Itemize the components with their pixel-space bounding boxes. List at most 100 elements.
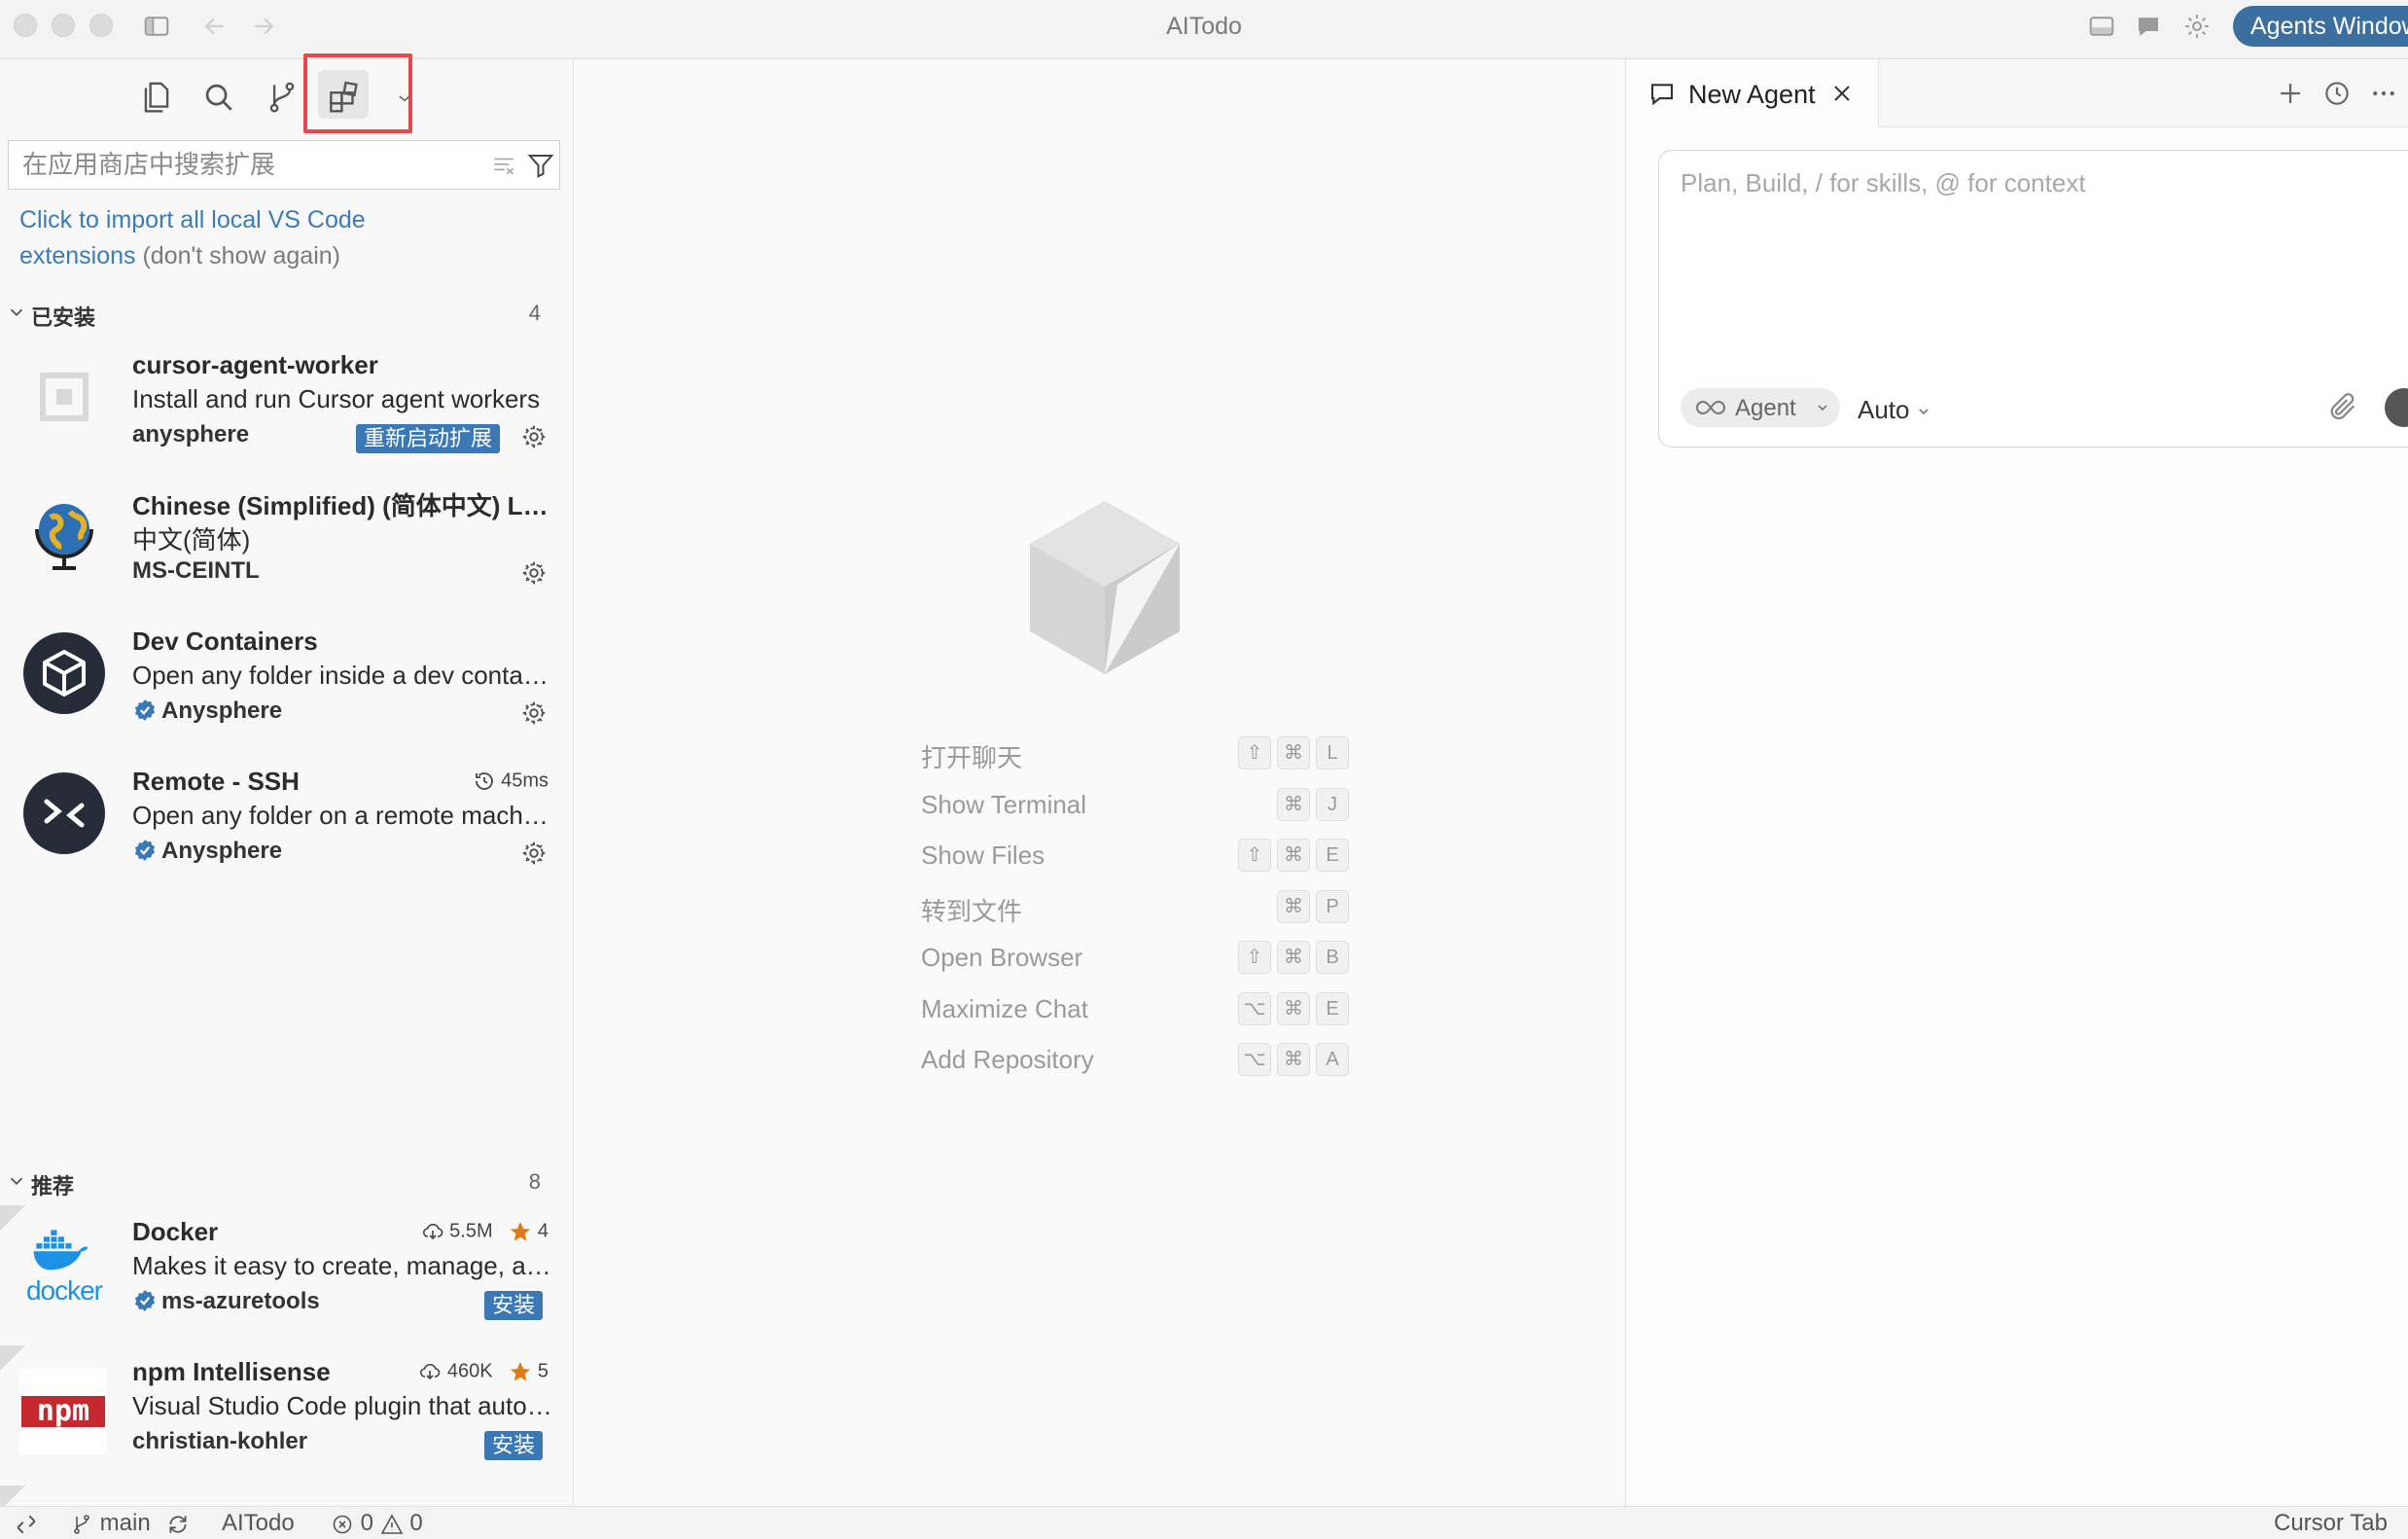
keycap: ⌥: [1238, 1043, 1271, 1076]
extension-item-docker[interactable]: docker Docker 5.5M 4 Makes it easy to cr…: [0, 1205, 574, 1342]
cursor-agent-worker-placeholder-icon: [21, 354, 107, 440]
docker-logo-text: docker: [25, 1275, 103, 1306]
remote-ssh-icon: [21, 770, 107, 856]
paperclip-attach-icon[interactable]: [2326, 390, 2359, 423]
shortcut-label: 打开聊天: [921, 743, 1023, 772]
verified-badge-icon: [134, 699, 156, 721]
more-views-chevron-icon[interactable]: [395, 79, 414, 116]
history-clock-icon[interactable]: [2322, 79, 2352, 108]
extensions-sidebar: Click to import all local VS Code extens…: [0, 54, 574, 1511]
project-name[interactable]: AITodo: [222, 1510, 295, 1537]
tab-new-agent[interactable]: New Agent: [1626, 59, 1879, 128]
status-bar: main AITodo 0 0 Cursor Tab: [0, 1506, 2408, 1539]
extension-settings-gear-icon[interactable]: [519, 422, 549, 451]
docker-whale-icon: docker: [18, 1225, 111, 1310]
extension-name: Chinese (Simplified) (简体中文) Language Pac…: [132, 491, 550, 520]
shortcut-row[interactable]: Open Browser ⇧ ⌘ B: [921, 935, 1349, 986]
shortcut-label: Add Repository: [921, 1045, 1094, 1074]
chevron-down-icon: [1916, 404, 1931, 419]
source-control-icon[interactable]: [264, 79, 301, 116]
git-branch-status[interactable]: main: [70, 1510, 151, 1537]
infinity-icon: [1696, 398, 1725, 417]
search-icon[interactable]: [200, 79, 237, 116]
shortcut-label: 转到文件: [921, 896, 1023, 926]
shortcut-row[interactable]: Show Files ⇧ ⌘ E: [921, 833, 1349, 884]
download-rating-info: 460K 5: [418, 1360, 549, 1383]
git-branch-icon: [74, 1514, 89, 1534]
extension-settings-gear-icon[interactable]: [519, 698, 549, 728]
extension-item-dev-containers[interactable]: Dev Containers Open any folder inside a …: [0, 615, 574, 751]
recommended-section-header[interactable]: 推荐 8: [0, 1164, 574, 1199]
publisher-name: Anysphere: [161, 838, 283, 864]
extension-search-box: [8, 140, 560, 190]
cursor-cube-logo-icon: [1022, 497, 1187, 677]
clear-filter-icon[interactable]: [489, 153, 518, 178]
keycap: ⇧: [1238, 839, 1271, 872]
shortcut-row[interactable]: Show Terminal ⌘ J: [921, 782, 1349, 834]
filter-funnel-icon[interactable]: [526, 151, 555, 180]
activation-time: 45ms: [473, 770, 549, 793]
star-icon: [511, 1222, 531, 1241]
agent-mode-dropdown[interactable]: Agent: [1681, 388, 1840, 427]
remote-connection-icon[interactable]: [14, 1510, 39, 1537]
extension-item-chinese-language-pack[interactable]: Chinese (Simplified) (简体中文) Language Pac…: [0, 475, 574, 611]
dev-containers-cube-icon: [21, 630, 107, 716]
branch-name: main: [99, 1510, 151, 1536]
more-ellipsis-icon[interactable]: [2369, 79, 2398, 108]
shortcut-label: Show Terminal: [921, 789, 1087, 819]
model-selector-dropdown[interactable]: Auto: [1858, 395, 1931, 425]
warning-count: 0: [409, 1510, 423, 1536]
install-button[interactable]: 安装: [484, 1291, 544, 1320]
keycap: ⌘: [1277, 1043, 1310, 1076]
extension-publisher: christian-kohler: [132, 1428, 307, 1455]
shortcut-keys: ⌘ J: [1193, 787, 1349, 821]
agents-window-button[interactable]: Agents Window: [2233, 6, 2408, 47]
extension-description: Open any folder on a remote machine: [132, 801, 552, 830]
shortcut-row[interactable]: Maximize Chat ⌥ ⌘ E: [921, 986, 1349, 1038]
extension-settings-gear-icon[interactable]: [519, 558, 549, 588]
plus-icon[interactable]: [2276, 79, 2305, 108]
extension-settings-gear-icon[interactable]: [519, 839, 549, 868]
install-button[interactable]: 安装: [484, 1431, 544, 1460]
agent-prompt-input[interactable]: [1679, 166, 2398, 351]
window-title: AITodo: [1166, 13, 1242, 40]
extension-search-input[interactable]: [20, 141, 478, 189]
chat-bubble-icon[interactable]: [2134, 12, 2163, 41]
shortcut-row[interactable]: Add Repository ⌥ ⌘ A: [921, 1037, 1349, 1089]
dont-show-again-link[interactable]: (don't show again): [142, 242, 340, 269]
shortcut-hints: 打开聊天 ⇧ ⌘ L Show Terminal ⌘ J Show Files ⇧ ⌘ E 转到文件 ⌘…: [921, 731, 1349, 1089]
settings-gear-icon[interactable]: [2182, 12, 2212, 41]
sync-icon[interactable]: [165, 1510, 191, 1537]
extension-description: Open any folder inside a dev container: [132, 661, 552, 690]
publisher-name: anysphere: [132, 421, 250, 447]
installed-section-label: 已安装: [31, 305, 96, 330]
activation-time-value: 45ms: [501, 770, 549, 792]
verified-badge-icon: [134, 840, 156, 861]
warning-triangle-icon: [380, 1514, 404, 1534]
title-bar: AITodo Agents Window: [0, 0, 2408, 59]
close-icon[interactable]: [1830, 82, 1854, 105]
keycap: ⌘: [1277, 889, 1310, 923]
toggle-panel-icon[interactable]: [2087, 12, 2116, 41]
installed-section-header[interactable]: 已安装 4: [0, 296, 574, 331]
shortcut-row[interactable]: 转到文件 ⌘ P: [921, 884, 1349, 936]
extension-item-npm-intellisense[interactable]: npm npm Intellisense 460K 5 Visual Studi…: [0, 1345, 574, 1482]
publisher-name: ms-azuretools: [161, 1288, 320, 1314]
problems-status[interactable]: 0 0: [331, 1510, 423, 1537]
shortcut-row[interactable]: 打开聊天 ⇧ ⌘ L: [921, 731, 1349, 782]
globe-icon: [21, 490, 107, 576]
send-button[interactable]: [2385, 388, 2408, 427]
keycap: B: [1316, 941, 1349, 974]
shortcut-keys: ⌥ ⌘ A: [1193, 1043, 1349, 1076]
explorer-files-icon[interactable]: [138, 79, 175, 116]
extension-item-remote-ssh[interactable]: Remote - SSH 45ms Open any folder on a r…: [0, 755, 574, 891]
keycap: ⌥: [1238, 991, 1271, 1025]
verified-badge-icon: [134, 1290, 156, 1311]
cursor-tab-status[interactable]: Cursor Tab: [2274, 1510, 2388, 1537]
import-vscode-extensions-message: Click to import all local VS Code extens…: [19, 202, 408, 274]
restart-extension-badge[interactable]: 重新启动扩展: [356, 424, 501, 453]
chevron-down-icon: [1815, 400, 1830, 415]
keycap: ⌘: [1277, 991, 1310, 1025]
extension-item-cursor-agent-worker[interactable]: cursor-agent-worker Install and run Curs…: [0, 339, 574, 475]
shortcut-keys: ⌘ P: [1193, 889, 1349, 923]
